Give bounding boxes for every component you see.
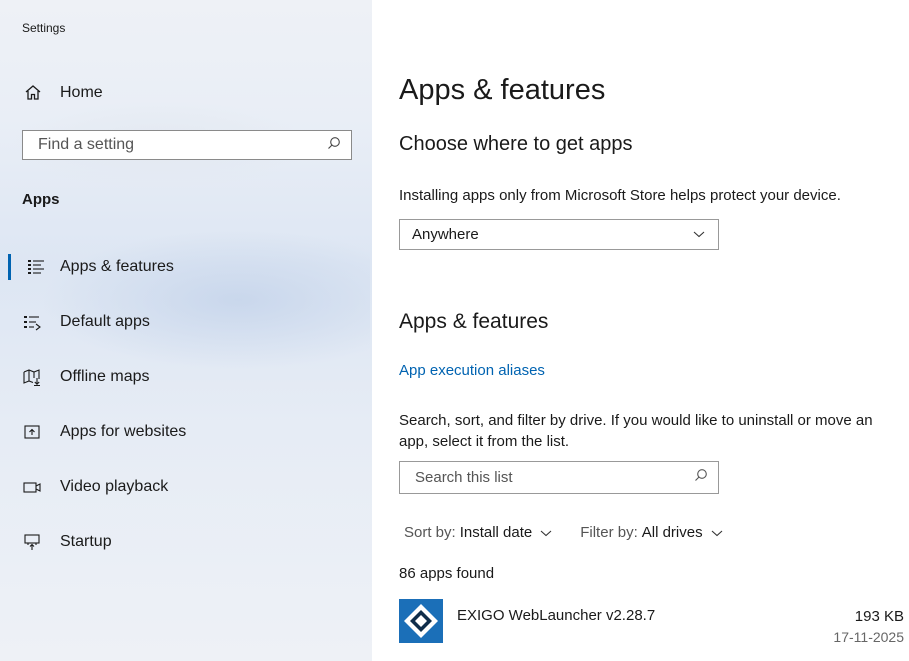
home-label: Home xyxy=(60,84,103,101)
list-item[interactable]: EXIGO WebLauncher v2.28.7 193 KB 17-11-2… xyxy=(399,596,904,652)
sidebar-item-label: Apps for websites xyxy=(60,422,187,440)
sidebar-item-apps-features[interactable]: Apps & features xyxy=(0,239,372,294)
sidebar-item-startup[interactable]: Startup xyxy=(0,514,372,569)
sidebar-item-label: Offline maps xyxy=(60,367,150,385)
exigo-app-icon xyxy=(399,599,443,643)
search-icon[interactable] xyxy=(327,136,341,155)
sidebar-item-apps-for-websites[interactable]: Apps for websites xyxy=(0,404,372,459)
search-icon[interactable] xyxy=(694,468,708,487)
home-nav-item[interactable]: Home xyxy=(22,80,103,106)
app-source-dropdown[interactable]: Anywhere xyxy=(399,219,719,250)
filter-by-dropdown[interactable]: Filter by: All drives xyxy=(580,524,722,541)
sort-by-dropdown[interactable]: Sort by: Install date xyxy=(404,524,552,541)
default-apps-icon xyxy=(22,312,42,332)
sidebar-item-label: Video playback xyxy=(60,477,169,495)
search-list-box[interactable] xyxy=(399,461,719,494)
sort-by-label: Sort by: xyxy=(404,524,456,541)
apps-list-description: Search, sort, and filter by drive. If yo… xyxy=(399,412,873,450)
filter-by-value: All drives xyxy=(641,524,703,541)
sidebar-item-video-playback[interactable]: Video playback xyxy=(0,459,372,514)
sidebar-section-label: Apps xyxy=(22,191,60,208)
chevron-down-icon xyxy=(711,524,723,541)
chevron-down-icon xyxy=(540,524,552,541)
page-title: Apps & features xyxy=(399,74,606,106)
choose-apps-description: Installing apps only from Microsoft Stor… xyxy=(399,187,841,204)
sidebar-item-label: Apps & features xyxy=(60,257,174,275)
home-icon xyxy=(22,82,44,104)
sidebar: Settings Home Apps xyxy=(0,0,372,661)
chevron-down-icon xyxy=(692,226,706,243)
video-playback-icon xyxy=(22,477,42,497)
sidebar-item-label: Default apps xyxy=(60,312,150,330)
sidebar-item-label: Startup xyxy=(60,532,112,550)
choose-apps-heading: Choose where to get apps xyxy=(399,133,633,155)
search-list-input[interactable] xyxy=(413,468,694,487)
sort-filter-bar: Sort by: Install date Filter by: All dri… xyxy=(404,524,751,541)
filter-by-label: Filter by: xyxy=(580,524,638,541)
find-setting-search-box[interactable] xyxy=(22,130,352,160)
apps-for-websites-icon xyxy=(22,422,42,442)
sort-by-value: Install date xyxy=(459,524,533,541)
apps-found-count: 86 apps found xyxy=(399,565,495,582)
sidebar-item-offline-maps[interactable]: Offline maps xyxy=(0,349,372,404)
apps-features-icon xyxy=(26,257,46,277)
offline-maps-icon xyxy=(22,367,42,387)
settings-window: Settings Home Apps xyxy=(0,0,909,661)
main-content: Apps & features Choose where to get apps… xyxy=(372,0,909,661)
window-title: Settings xyxy=(22,21,66,35)
find-setting-input[interactable] xyxy=(36,135,327,155)
app-source-value: Anywhere xyxy=(412,226,479,243)
sidebar-item-default-apps[interactable]: Default apps xyxy=(0,294,372,349)
app-execution-aliases-link[interactable]: App execution aliases xyxy=(399,362,545,379)
app-size: 193 KB xyxy=(854,608,904,625)
apps-features-heading: Apps & features xyxy=(399,310,549,333)
app-name: EXIGO WebLauncher v2.28.7 xyxy=(457,607,656,624)
sidebar-nav-list: Apps & features Default apps Offline map… xyxy=(0,239,372,569)
app-install-date: 17-11-2025 xyxy=(833,629,904,645)
startup-icon xyxy=(22,532,42,552)
